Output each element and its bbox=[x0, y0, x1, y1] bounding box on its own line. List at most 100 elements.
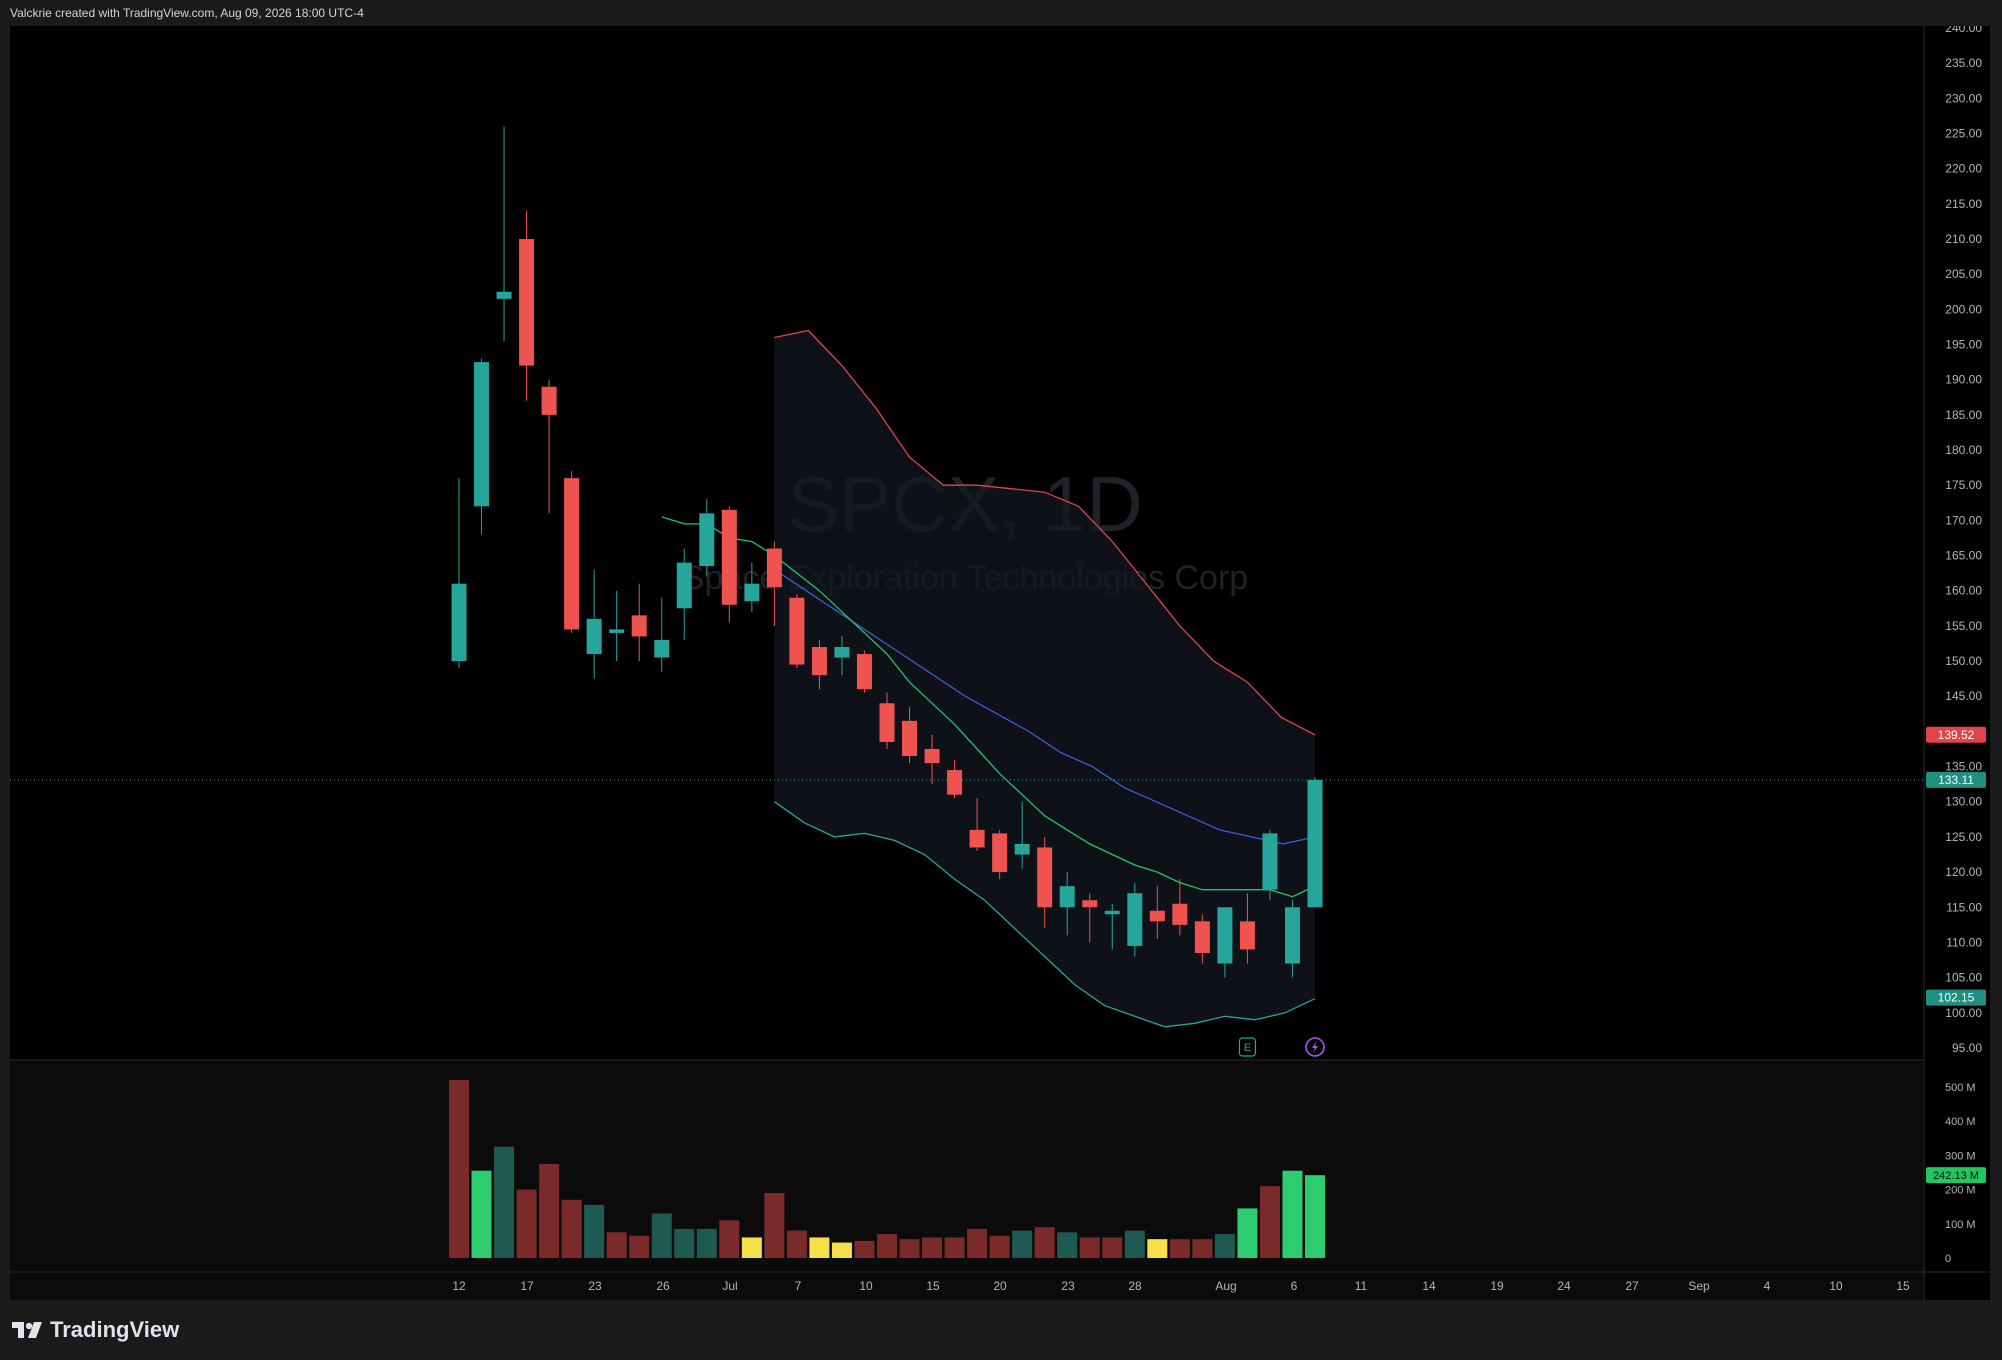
candle-body bbox=[947, 770, 963, 795]
y-tick-label: 120.00 bbox=[1945, 865, 1982, 879]
x-tick-label: 23 bbox=[1061, 1279, 1075, 1293]
volume-axis-label: 0 bbox=[1945, 1253, 1951, 1265]
volume-bar bbox=[764, 1192, 785, 1258]
volume-bar bbox=[1124, 1230, 1145, 1258]
candle-body bbox=[744, 583, 760, 602]
volume-bar bbox=[674, 1228, 695, 1258]
volume-bar bbox=[809, 1237, 830, 1258]
x-tick-label: 19 bbox=[1490, 1279, 1504, 1293]
candle-body bbox=[789, 597, 805, 665]
volume-bar bbox=[922, 1237, 943, 1258]
y-tick-label: 225.00 bbox=[1945, 127, 1982, 141]
candle-body bbox=[1307, 779, 1323, 908]
y-tick-label: 125.00 bbox=[1945, 830, 1982, 844]
y-tick-label: 235.00 bbox=[1945, 56, 1982, 70]
y-tick-label: 205.00 bbox=[1945, 267, 1982, 281]
candle-body bbox=[879, 703, 895, 742]
candle-body bbox=[1127, 893, 1143, 946]
volume-bar bbox=[471, 1170, 492, 1258]
candle-body bbox=[654, 639, 670, 658]
candle-body bbox=[924, 748, 940, 764]
candle-body bbox=[519, 239, 535, 366]
candle-body bbox=[699, 513, 715, 567]
candle-body bbox=[451, 583, 467, 662]
x-tick-label: 11 bbox=[1355, 1279, 1368, 1293]
y-tick-label: 200.00 bbox=[1945, 302, 1982, 316]
candle-body bbox=[631, 615, 647, 637]
volume-axis-label: 200 M bbox=[1945, 1185, 1976, 1197]
volume-bar bbox=[696, 1228, 717, 1258]
x-tick-label: 6 bbox=[1291, 1279, 1298, 1293]
volume-last-label: 242.13 M bbox=[1933, 1170, 1979, 1182]
tradingview-logo-icon bbox=[12, 1320, 44, 1340]
y-tick-label: 130.00 bbox=[1945, 795, 1982, 809]
y-tick-label: 215.00 bbox=[1945, 197, 1982, 211]
volume-bar bbox=[1102, 1237, 1123, 1258]
x-tick-label: 27 bbox=[1625, 1279, 1639, 1293]
candle-body bbox=[969, 829, 985, 848]
tradingview-logo[interactable]: TradingView bbox=[12, 1317, 179, 1342]
candle-body bbox=[1172, 903, 1188, 925]
y-tick-label: 100.00 bbox=[1945, 1006, 1982, 1020]
x-tick-label: 4 bbox=[1764, 1279, 1771, 1293]
candle-body bbox=[1082, 900, 1098, 908]
volume-bar bbox=[1192, 1239, 1213, 1258]
x-tick-label: 24 bbox=[1557, 1279, 1571, 1293]
volume-bar bbox=[854, 1240, 875, 1258]
candle-body bbox=[541, 386, 557, 415]
volume-bar bbox=[561, 1199, 582, 1258]
volume-axis-label: 100 M bbox=[1945, 1219, 1976, 1231]
chart-svg[interactable]: SPCX, 1DSpace Exploration Technologies C… bbox=[10, 26, 1990, 1300]
y-tick-label: 175.00 bbox=[1945, 478, 1982, 492]
candle-body bbox=[586, 618, 602, 655]
candle-body bbox=[1194, 921, 1210, 953]
volume-bar bbox=[944, 1237, 965, 1258]
volume-bar bbox=[989, 1235, 1010, 1258]
candle-body bbox=[609, 629, 625, 633]
chart-area[interactable]: SPCX, 1DSpace Exploration Technologies C… bbox=[10, 26, 1990, 1300]
volume-bar bbox=[1147, 1239, 1168, 1258]
y-tick-label: 95.00 bbox=[1952, 1041, 1982, 1055]
y-tick-label: 185.00 bbox=[1945, 408, 1982, 422]
volume-pane bbox=[10, 1060, 1924, 1272]
candle-body bbox=[1149, 910, 1165, 922]
y-tick-label: 160.00 bbox=[1945, 584, 1982, 598]
candle-body bbox=[1262, 833, 1278, 890]
volume-bar bbox=[1305, 1175, 1325, 1258]
volume-bar bbox=[449, 1080, 469, 1258]
candle-body bbox=[1059, 886, 1075, 908]
y-tick-label: 190.00 bbox=[1945, 373, 1982, 387]
volume-bar bbox=[1034, 1227, 1055, 1258]
candle-body bbox=[721, 509, 737, 605]
y-tick-label: 165.00 bbox=[1945, 549, 1982, 563]
volume-bar bbox=[1169, 1239, 1190, 1258]
volume-bar bbox=[1057, 1232, 1078, 1258]
volume-axis-label: 400 M bbox=[1945, 1116, 1976, 1128]
candle-body bbox=[766, 548, 782, 588]
x-tick-label: 26 bbox=[656, 1279, 670, 1293]
candle-body bbox=[1284, 907, 1300, 964]
volume-bar bbox=[651, 1213, 672, 1258]
x-tick-label: Sep bbox=[1688, 1279, 1710, 1293]
y-tick-label: 240.00 bbox=[1945, 26, 1982, 35]
x-tick-label: 15 bbox=[1896, 1279, 1910, 1293]
candle-body bbox=[1239, 921, 1255, 950]
volume-bar bbox=[899, 1239, 920, 1258]
y-tick-label: 230.00 bbox=[1945, 91, 1982, 105]
volume-bar bbox=[629, 1235, 650, 1258]
y-tick-label: 135.00 bbox=[1945, 760, 1982, 774]
y-tick-label: 180.00 bbox=[1945, 443, 1982, 457]
y-tick-label: 170.00 bbox=[1945, 513, 1982, 527]
candle-body bbox=[474, 362, 490, 507]
candle-body bbox=[902, 720, 918, 757]
y-tick-label: 145.00 bbox=[1945, 689, 1982, 703]
candle-body bbox=[1014, 843, 1030, 855]
x-tick-label: Jul bbox=[722, 1279, 737, 1293]
volume-bar bbox=[786, 1230, 807, 1258]
volume-bar bbox=[1237, 1208, 1258, 1258]
volume-bar bbox=[741, 1237, 762, 1258]
volume-axis-label: 300 M bbox=[1945, 1150, 1976, 1162]
y-tick-label: 210.00 bbox=[1945, 232, 1982, 246]
candle-body bbox=[992, 833, 1008, 873]
lower-band-price-label: 102.15 bbox=[1938, 991, 1975, 1005]
